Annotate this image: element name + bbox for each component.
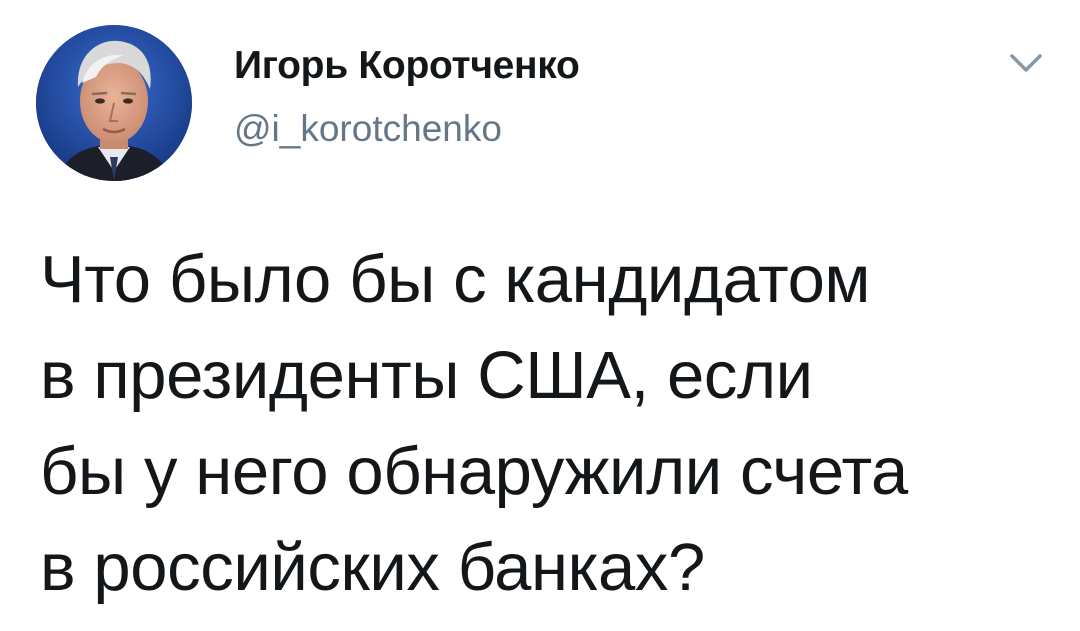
author-display-name[interactable]: Игорь Коротченко	[234, 44, 580, 88]
user-portrait-avatar-icon	[36, 25, 192, 181]
tweet-card: Игорь Коротченко @i_korotchenko Что было…	[0, 0, 1080, 631]
chevron-down-icon[interactable]	[1008, 52, 1044, 76]
author-handle[interactable]: @i_korotchenko	[234, 108, 502, 150]
avatar[interactable]	[36, 25, 192, 181]
tweet-text: Что было бы с кандидатом в президенты СШ…	[40, 242, 908, 605]
